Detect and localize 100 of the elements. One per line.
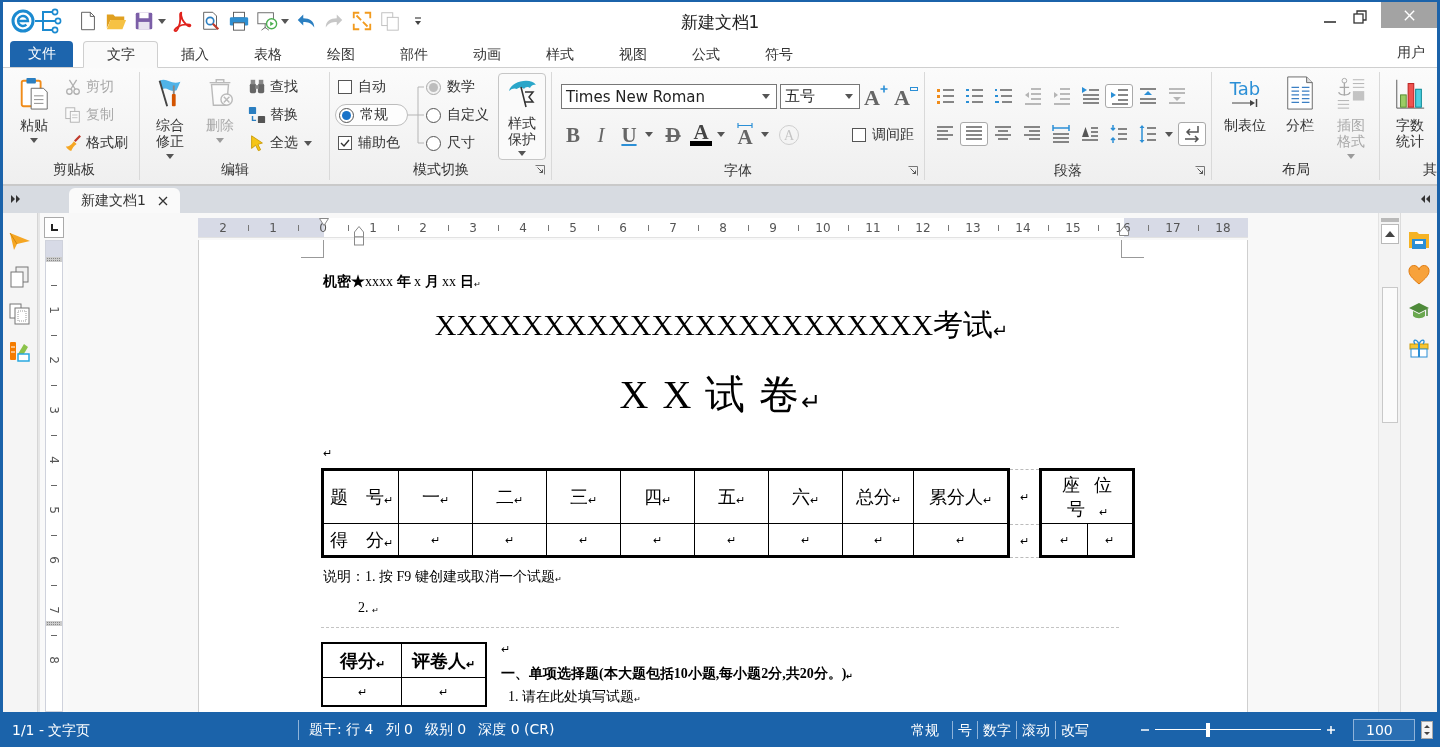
heart-icon[interactable] xyxy=(1408,264,1430,286)
ribbon-tab[interactable]: 动画 xyxy=(450,41,523,68)
printer-icon[interactable] xyxy=(228,10,250,32)
status-text: 列 0 xyxy=(385,720,413,739)
zoom-in-icon[interactable] xyxy=(1326,724,1336,735)
character-spacing-button[interactable]: A xyxy=(733,122,757,147)
dotted-page-icon[interactable] xyxy=(9,303,31,325)
caret-icon[interactable] xyxy=(761,132,769,137)
dialog-launcher-icon[interactable] xyxy=(1195,166,1205,176)
shrink-font-button[interactable]: A xyxy=(894,84,920,109)
ribbon-tab[interactable]: 视图 xyxy=(596,41,669,68)
filled-triangle-lines-icon xyxy=(1080,124,1100,144)
font-color-button[interactable]: A xyxy=(689,122,713,147)
document-tab[interactable]: 新建文档1 xyxy=(69,188,180,213)
font-name-dropdown[interactable]: Times New Roman xyxy=(561,84,777,109)
status-indicator[interactable]: 滚动 xyxy=(1016,720,1055,739)
ruler-margin-handle[interactable] xyxy=(46,621,62,626)
paste-button[interactable]: 粘贴 xyxy=(14,72,54,143)
replace-button[interactable]: 替换 xyxy=(248,104,298,126)
expand-corners-icon[interactable] xyxy=(351,10,373,32)
select-all-button[interactable]: 全选 xyxy=(248,132,298,154)
status-indicator[interactable]: 常规 xyxy=(906,720,944,739)
ribbon-tab[interactable]: 文字 xyxy=(83,41,158,68)
return-arrows-button[interactable] xyxy=(1178,122,1206,146)
dialog-launcher-icon[interactable] xyxy=(908,166,918,176)
file-menu-button[interactable]: 文件 xyxy=(10,41,73,67)
ribbon-tab[interactable]: 表格 xyxy=(231,41,304,68)
radio-button[interactable] xyxy=(339,107,354,123)
tab-type-button[interactable] xyxy=(44,217,64,238)
caret-icon[interactable] xyxy=(1165,131,1173,137)
left-indent-marker[interactable] xyxy=(354,226,364,246)
scrollbar-thumb[interactable] xyxy=(1381,287,1398,423)
indent-arrow-button[interactable] xyxy=(1105,84,1133,108)
find-button[interactable]: 查找 xyxy=(248,76,298,98)
font-size-dropdown[interactable]: 五号 xyxy=(780,84,860,109)
ribbon-tab[interactable]: 符号 xyxy=(742,41,815,68)
presentation-screen-icon[interactable] xyxy=(256,10,278,32)
copy-icon xyxy=(64,106,82,124)
double-chevron-right-icon[interactable] xyxy=(11,195,21,203)
correction-button[interactable]: 综合修正 xyxy=(150,72,190,159)
question-text: 1. 请在此处填写试题$_{↵}$ xyxy=(507,688,642,706)
group-label: 其 xyxy=(1423,161,1437,179)
caret-icon[interactable] xyxy=(304,140,312,146)
caret-icon xyxy=(845,94,853,99)
checkbox[interactable] xyxy=(338,136,352,150)
underline-button[interactable]: U xyxy=(617,122,641,147)
copy-pages-icon[interactable] xyxy=(9,266,31,288)
user-menu-link[interactable]: 用户 xyxy=(1397,44,1425,62)
dialog-launcher-icon[interactable] xyxy=(535,165,545,175)
restore-icon[interactable] xyxy=(1353,10,1367,24)
inward-arrows-lines-icon xyxy=(1109,124,1129,144)
zoom-slider-thumb[interactable] xyxy=(1206,722,1211,737)
option-label: 辅助色 xyxy=(358,134,400,152)
word-count-button[interactable]: 字数统计 xyxy=(1392,72,1428,149)
page-magnifier-icon[interactable] xyxy=(200,10,222,32)
pdf-icon[interactable] xyxy=(172,10,194,32)
strikethrough-button[interactable]: D xyxy=(661,122,685,147)
radio-button[interactable] xyxy=(426,135,441,151)
scroll-up-button[interactable] xyxy=(1380,224,1399,244)
checkbox[interactable] xyxy=(338,80,352,94)
bulleted-list-icon xyxy=(935,86,955,106)
ribbon-tab[interactable]: 绘图 xyxy=(304,41,377,68)
caret-icon[interactable] xyxy=(158,18,166,24)
numbered-list-icon xyxy=(964,86,984,106)
ruler-number: 12 xyxy=(898,218,948,237)
caret-icon[interactable] xyxy=(281,18,289,24)
style-protect-button[interactable]: 样式保护 xyxy=(498,73,546,160)
double-chevron-left-icon[interactable] xyxy=(1421,195,1431,203)
ribbon-tab[interactable]: 样式 xyxy=(523,41,596,68)
columns-button[interactable]: 分栏 xyxy=(1282,72,1318,133)
cursor-icon xyxy=(248,134,266,152)
minus-icon xyxy=(909,85,918,93)
caret-icon[interactable] xyxy=(645,132,653,137)
status-indicator[interactable]: 改写 xyxy=(1055,720,1094,739)
customize-toolbar-icon[interactable] xyxy=(413,16,423,26)
ruler-margin-handle[interactable] xyxy=(46,257,62,262)
checkbox[interactable] xyxy=(852,127,866,142)
scissors-icon xyxy=(64,78,82,96)
close-icon[interactable] xyxy=(157,195,168,206)
indent-arrow-icon xyxy=(1109,86,1129,106)
grow-font-button[interactable]: A xyxy=(864,84,890,109)
ribbon-tab[interactable]: 部件 xyxy=(377,41,450,68)
ruler-number: 10 xyxy=(798,218,848,237)
split-handle[interactable] xyxy=(1380,218,1399,222)
palette-icon[interactable] xyxy=(9,340,31,362)
selected-option-outline[interactable]: 常规 xyxy=(335,104,408,126)
spinner-arrows-icon[interactable] xyxy=(1421,720,1433,739)
tab-stop-button[interactable]: Tab 制表位 xyxy=(1222,72,1268,133)
status-text: 题干: 行 4 xyxy=(309,720,374,739)
ribbon-tab[interactable]: 公式 xyxy=(669,41,742,68)
status-indicator[interactable]: 号 xyxy=(952,720,977,739)
radio-button[interactable] xyxy=(426,107,441,123)
ribbon-tab[interactable]: 插入 xyxy=(158,41,231,68)
justify-button[interactable] xyxy=(960,122,988,146)
italic-button[interactable]: I xyxy=(589,122,613,147)
caret-icon[interactable] xyxy=(717,132,725,137)
bold-button[interactable]: B xyxy=(561,122,585,147)
zoom-field[interactable]: 100 xyxy=(1353,718,1415,741)
format-painter-button[interactable]: 格式刷 xyxy=(64,132,128,154)
status-indicator[interactable]: 数字 xyxy=(977,720,1016,739)
